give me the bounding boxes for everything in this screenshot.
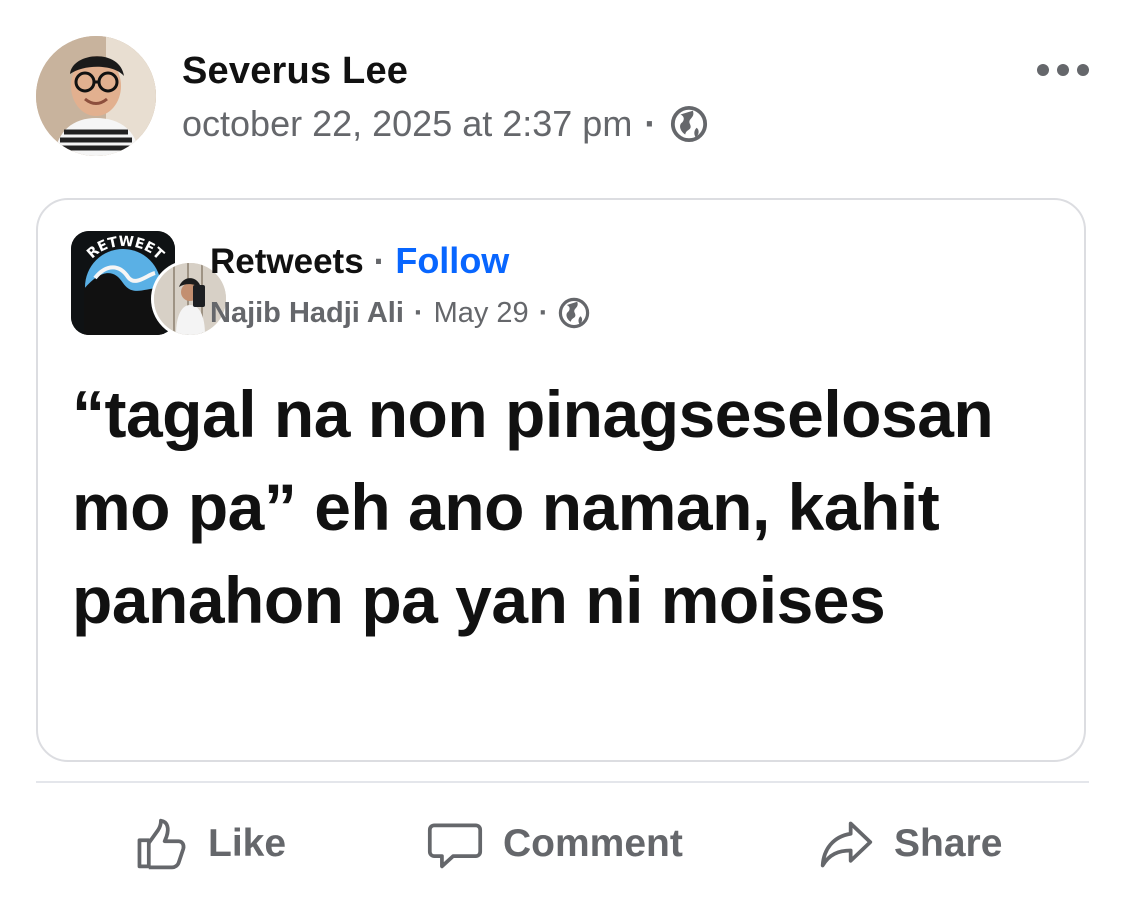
page-name[interactable]: Retweets: [210, 242, 364, 282]
post-timestamp[interactable]: october 22, 2025 at 2:37 pm: [182, 103, 632, 145]
shared-author-name[interactable]: Najib Hadji Ali: [210, 297, 404, 330]
like-button[interactable]: Like: [132, 806, 286, 882]
shared-meta-separator: ·: [413, 296, 424, 329]
menu-dot: [1077, 64, 1089, 76]
post-divider: [36, 781, 1089, 783]
like-label: Like: [208, 822, 287, 865]
comment-label: Comment: [503, 822, 683, 865]
globe-icon[interactable]: [558, 297, 590, 329]
follow-button[interactable]: Follow: [395, 240, 509, 282]
meta-separator: ·: [644, 103, 657, 144]
share-arrow-icon: [820, 821, 873, 868]
post-meta: october 22, 2025 at 2:37 pm ·: [182, 102, 708, 146]
comment-button[interactable]: Comment: [427, 806, 683, 882]
shared-post-date[interactable]: May 29: [434, 297, 529, 330]
page-separator: ·: [373, 242, 386, 281]
shared-meta-separator: ·: [538, 296, 549, 329]
shared-post-text: “tagal na non pinagseselosan mo pa” eh a…: [72, 377, 994, 637]
post-actions: Like Comment Share: [36, 806, 1089, 882]
share-button[interactable]: Share: [818, 806, 1002, 882]
post-header: Severus Lee october 22, 2025 at 2:37 pm …: [36, 36, 1091, 160]
more-horizontal-icon[interactable]: [1037, 60, 1089, 80]
thumbs-up-icon: [137, 818, 186, 870]
shared-page-line: Retweets · Follow: [210, 240, 509, 282]
shared-post-card[interactable]: RETWEETS Retweets · Follow Najib Hadji A…: [36, 198, 1086, 762]
post-author-name[interactable]: Severus Lee: [182, 50, 408, 93]
shared-post-meta: Najib Hadji Ali · May 29 ·: [210, 292, 590, 334]
globe-icon[interactable]: [670, 105, 708, 143]
author-avatar[interactable]: [36, 36, 156, 156]
comment-icon: [427, 823, 483, 869]
share-label: Share: [894, 822, 1003, 865]
menu-dot: [1037, 64, 1049, 76]
menu-dot: [1057, 64, 1069, 76]
